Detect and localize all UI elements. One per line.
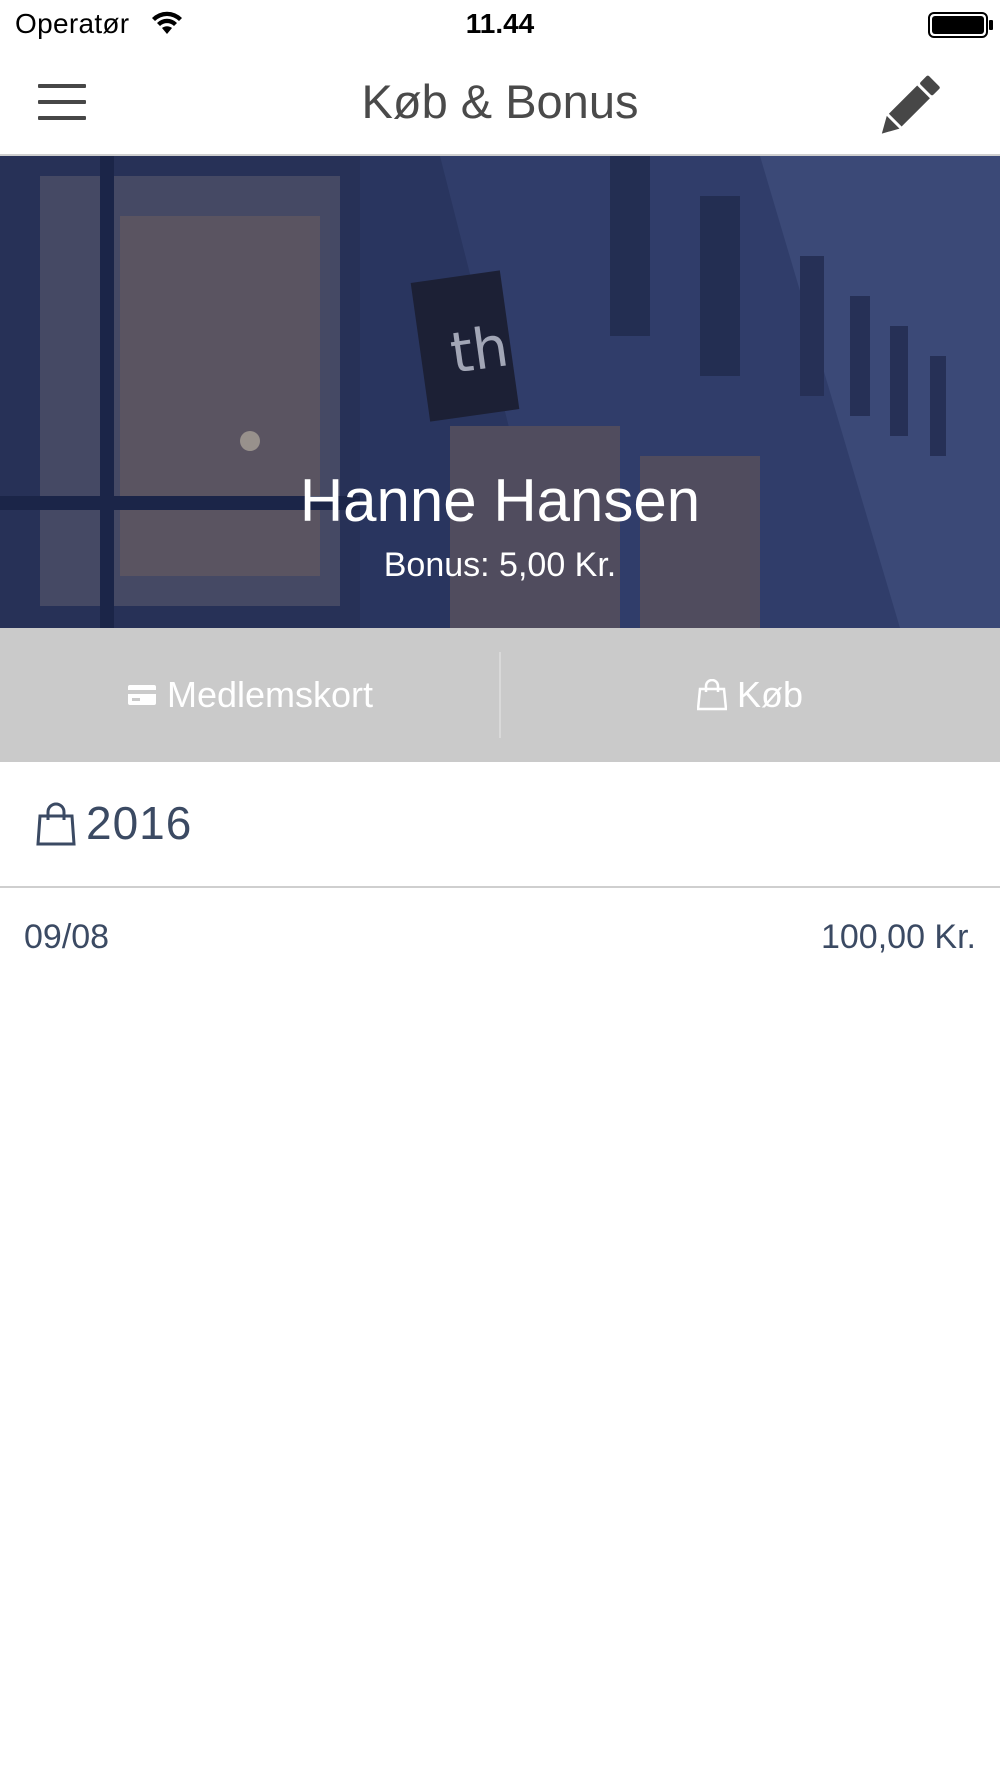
segment-tabs: Medlemskort Køb xyxy=(0,628,1000,762)
navigation-bar: Køb & Bonus xyxy=(0,52,1000,156)
shopping-bag-icon xyxy=(696,679,727,711)
member-name: Hanne Hansen xyxy=(299,467,701,534)
purchase-amount: 100,00 Kr. xyxy=(820,918,976,956)
purchase-date: 09/08 xyxy=(24,918,110,956)
shopping-bag-icon xyxy=(36,802,76,846)
profile-hero: th Hanne Hansen Bonus: 5,00 Kr. xyxy=(0,156,1000,628)
list-item[interactable]: 09/08 100,00 Kr. xyxy=(0,888,1000,988)
pencil-icon[interactable] xyxy=(870,68,946,144)
tab-purchases[interactable]: Køb xyxy=(500,628,1000,762)
status-bar: Operatør 11.44 xyxy=(0,0,1000,52)
clock: 11.44 xyxy=(465,8,535,39)
tab-membership-card[interactable]: Medlemskort xyxy=(0,628,500,762)
card-icon xyxy=(127,685,156,705)
bonus-balance: Bonus: 5,00 Kr. xyxy=(383,546,617,584)
year-section-header: 2016 xyxy=(0,762,1000,888)
tab-label: Køb xyxy=(736,674,804,715)
page-title: Køb & Bonus xyxy=(361,75,639,128)
tab-label: Medlemskort xyxy=(166,674,374,715)
year-label: 2016 xyxy=(86,797,193,849)
battery-icon xyxy=(928,12,993,38)
